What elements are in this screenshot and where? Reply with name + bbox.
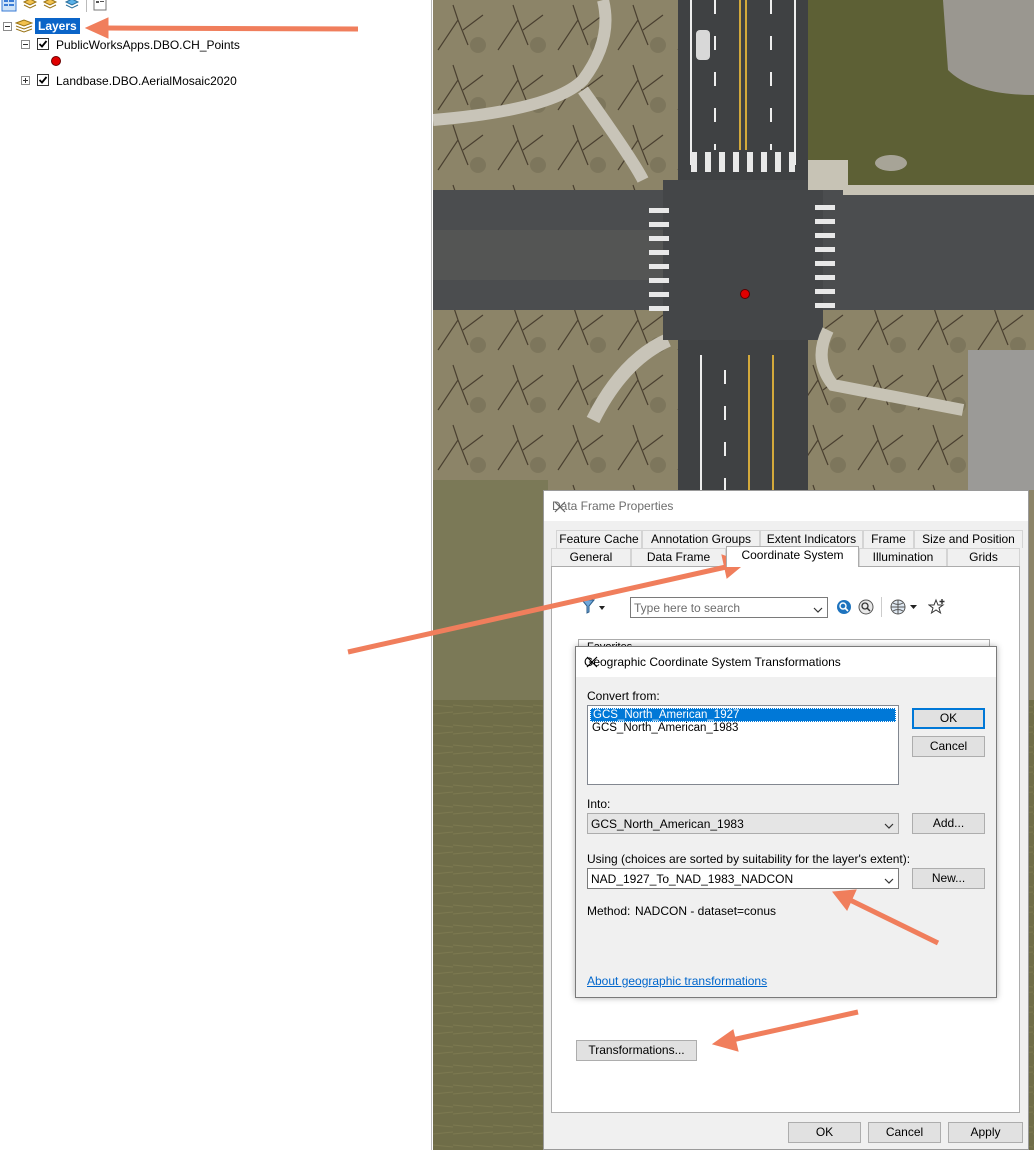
dialog-title-bar[interactable]: Data Frame Properties	[544, 491, 1028, 521]
method-label: Method:	[587, 904, 631, 918]
point-symbol-icon	[51, 56, 61, 66]
clear-search-icon[interactable]	[858, 599, 874, 618]
ok-button[interactable]: OK	[912, 708, 985, 729]
tab-illumination[interactable]: Illumination	[859, 548, 947, 566]
search-input[interactable]: Type here to search	[630, 597, 828, 618]
add-to-favorites-icon[interactable]	[927, 598, 946, 619]
toc-root-row[interactable]: Layers	[0, 17, 120, 35]
using-value: NAD_1927_To_NAD_1983_NADCON	[591, 872, 794, 886]
expand-layer-icon[interactable]	[21, 76, 30, 85]
transformations-button[interactable]: Transformations...	[576, 1040, 697, 1061]
collapse-layer-icon[interactable]	[21, 40, 30, 49]
search-placeholder: Type here to search	[634, 601, 741, 615]
toolbar-separator	[881, 597, 882, 617]
apply-button[interactable]: Apply	[948, 1122, 1023, 1143]
dialog-title: Data Frame Properties	[552, 499, 674, 513]
into-value: GCS_North_American_1983	[591, 817, 744, 831]
layer-visibility-checkbox[interactable]	[37, 38, 49, 50]
tab-frame[interactable]: Frame	[863, 530, 914, 548]
layer-visibility-checkbox[interactable]	[37, 74, 49, 86]
globe-icon[interactable]	[890, 599, 920, 618]
table-of-contents-panel: Layers PublicWorksApps.DBO.CH_Points Lan…	[0, 0, 432, 1150]
gcs-transformations-dialog: Geographic Coordinate System Transformat…	[575, 646, 997, 998]
convert-from-label: Convert from:	[587, 689, 660, 703]
toc-layer-row[interactable]: Landbase.DBO.AerialMosaic2020	[0, 71, 300, 89]
tab-grids[interactable]: Grids	[947, 548, 1020, 566]
tab-feature-cache[interactable]: Feature Cache	[556, 530, 642, 548]
gcs-dialog-title: Geographic Coordinate System Transformat…	[584, 655, 841, 669]
options-icon[interactable]	[92, 0, 108, 12]
convert-from-list[interactable]: GCS_North_American_1927 GCS_North_Americ…	[587, 705, 899, 785]
ok-button[interactable]: OK	[788, 1122, 861, 1143]
layers-root-label[interactable]: Layers	[35, 18, 80, 34]
toc-toolbar	[0, 0, 120, 12]
chevron-down-icon	[884, 819, 894, 833]
cancel-button[interactable]: Cancel	[868, 1122, 941, 1143]
toc-layer-row[interactable]: PublicWorksApps.DBO.CH_Points	[0, 35, 300, 53]
new-button[interactable]: New...	[912, 868, 985, 889]
layer-name: PublicWorksApps.DBO.CH_Points	[56, 38, 240, 52]
using-select[interactable]: NAD_1927_To_NAD_1983_NADCON	[587, 868, 899, 889]
close-icon[interactable]	[552, 499, 568, 515]
tab-general[interactable]: General	[551, 548, 631, 566]
map-point-marker	[740, 289, 750, 299]
collapse-layers-icon[interactable]	[3, 22, 12, 31]
chevron-down-icon	[884, 874, 894, 888]
about-transformations-link[interactable]: About geographic transformations	[587, 974, 767, 988]
gcs-dialog-title-bar[interactable]: Geographic Coordinate System Transformat…	[576, 647, 996, 677]
into-label: Into:	[587, 797, 611, 811]
method-value: NADCON - dataset=conus	[635, 904, 777, 918]
list-by-source-icon[interactable]	[22, 0, 38, 12]
tab-coordinate-system[interactable]: Coordinate System	[726, 546, 859, 567]
add-button[interactable]: Add...	[912, 813, 985, 834]
tab-size-and-position[interactable]: Size and Position	[914, 530, 1023, 548]
chevron-down-icon	[813, 603, 823, 617]
list-by-visibility-icon[interactable]	[42, 0, 58, 12]
toolbar-separator	[86, 0, 87, 12]
list-by-drawing-order-icon[interactable]	[1, 0, 17, 12]
list-item[interactable]: GCS_North_American_1927	[590, 708, 896, 722]
tab-data-frame[interactable]: Data Frame	[631, 548, 726, 566]
cancel-button[interactable]: Cancel	[912, 736, 985, 757]
filter-icon[interactable]	[580, 598, 606, 619]
close-icon[interactable]	[584, 654, 600, 670]
into-select[interactable]: GCS_North_American_1983	[587, 813, 899, 834]
search-icon[interactable]	[836, 599, 852, 618]
layer-name: Landbase.DBO.AerialMosaic2020	[56, 74, 237, 88]
list-by-selection-icon[interactable]	[64, 0, 80, 12]
list-item[interactable]: GCS_North_American_1983	[590, 722, 896, 736]
using-label: Using (choices are sorted by suitability…	[587, 852, 911, 866]
